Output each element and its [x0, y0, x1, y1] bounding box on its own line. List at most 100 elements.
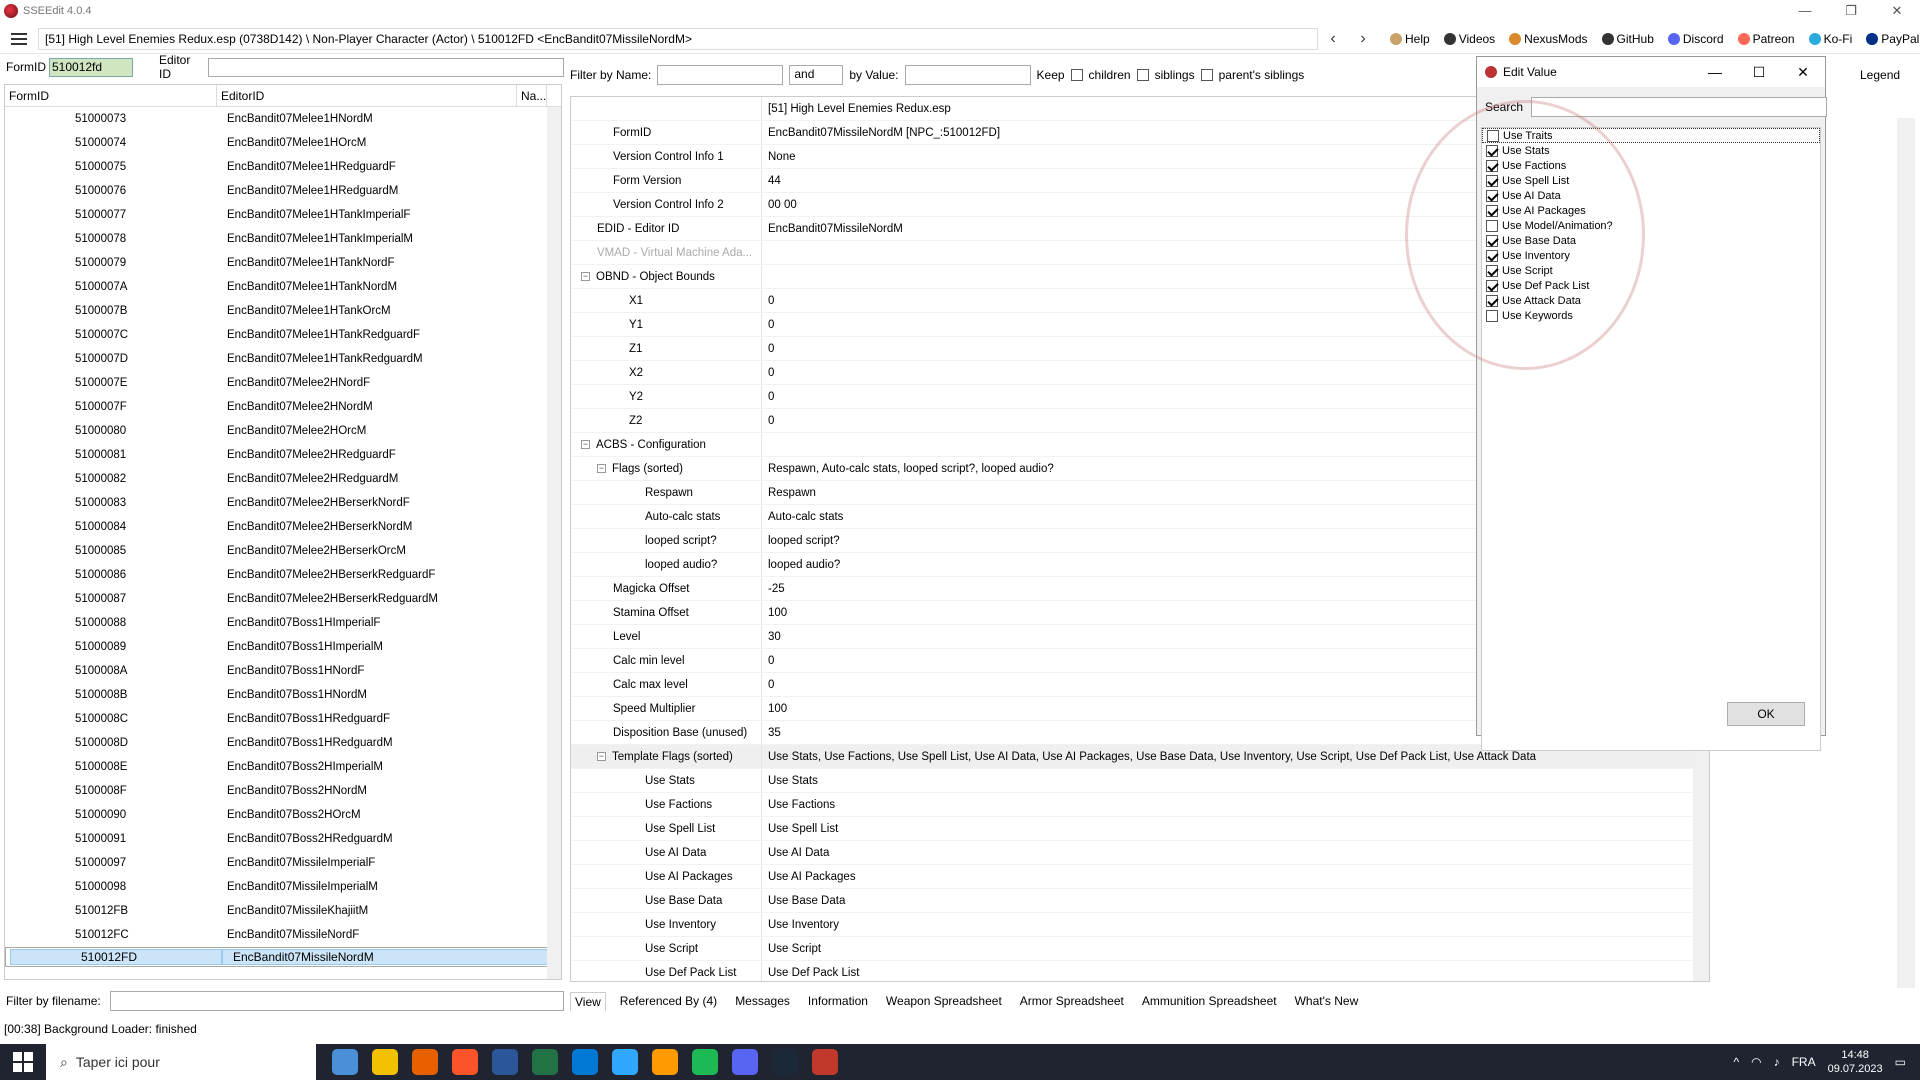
editorid-input[interactable]	[208, 57, 564, 77]
formid-input[interactable]	[49, 57, 133, 77]
toplink-paypal[interactable]: PayPal	[1866, 32, 1919, 46]
collapse-icon[interactable]: −	[597, 752, 606, 761]
tree-row[interactable]: 5100008E EncBandit07Boss2HImperialM	[5, 755, 561, 779]
field-row[interactable]: Use Spell List Use Spell List	[571, 817, 1709, 841]
tree-row[interactable]: 5100007F EncBandit07Melee2HNordM	[5, 395, 561, 419]
tree-row[interactable]: 5100007B EncBandit07Melee1HTankOrcM	[5, 299, 561, 323]
menu-icon[interactable]	[6, 27, 32, 51]
tree-row[interactable]: 5100007E EncBandit07Melee2HNordF	[5, 371, 561, 395]
tree-row[interactable]: 51000084 EncBandit07Melee2HBerserkNordM	[5, 515, 561, 539]
task-view-icon[interactable]	[332, 1049, 358, 1075]
discord-icon[interactable]	[732, 1049, 758, 1075]
collapse-icon[interactable]: −	[581, 272, 590, 281]
tree-row[interactable]: 51000088 EncBandit07Boss1HImperialF	[5, 611, 561, 635]
tree-row[interactable]: 51000083 EncBandit07Melee2HBerserkNordF	[5, 491, 561, 515]
tree-row[interactable]: 510012FD EncBandit07MissileNordM	[5, 947, 561, 967]
tree-row[interactable]: 5100008B EncBandit07Boss1HNordM	[5, 683, 561, 707]
tab-referenced-by-4-[interactable]: Referenced By (4)	[616, 992, 721, 1010]
parents-siblings-checkbox[interactable]	[1200, 69, 1213, 81]
tab-weapon-spreadsheet[interactable]: Weapon Spreadsheet	[882, 992, 1006, 1010]
tree-row[interactable]: 51000080 EncBandit07Melee2HOrcM	[5, 419, 561, 443]
file-filter-input[interactable]	[109, 991, 564, 1011]
tree-row[interactable]: 51000073 EncBandit07Melee1HNordM	[5, 107, 561, 131]
sseedit-icon[interactable]	[812, 1049, 838, 1075]
tree-row[interactable]: 51000086 EncBandit07Melee2HBerserkRedguar…	[5, 563, 561, 587]
firefox-icon[interactable]	[412, 1049, 438, 1075]
photoshop-icon[interactable]	[612, 1049, 638, 1075]
toplink-nexusmods[interactable]: NexusMods	[1509, 32, 1588, 46]
col-name[interactable]: Na...	[517, 85, 547, 106]
tab-information[interactable]: Information	[804, 992, 872, 1010]
volume-icon[interactable]: ♪	[1774, 1055, 1780, 1069]
tree-row[interactable]: 510012FB EncBandit07MissileKhajiitM	[5, 899, 561, 923]
tree-row[interactable]: 51000075 EncBandit07Melee1HRedguardF	[5, 155, 561, 179]
spotify-icon[interactable]	[692, 1049, 718, 1075]
notifications-icon[interactable]: ▭	[1895, 1055, 1906, 1069]
tray-chevron-icon[interactable]: ^	[1733, 1055, 1739, 1069]
tree-row[interactable]: 51000090 EncBandit07Boss2HOrcM	[5, 803, 561, 827]
tab-ammunition-spreadsheet[interactable]: Ammunition Spreadsheet	[1138, 992, 1281, 1010]
ok-button[interactable]: OK	[1727, 702, 1805, 726]
field-row[interactable]: Use Script Use Script	[571, 937, 1709, 961]
file-explorer-icon[interactable]	[372, 1049, 398, 1075]
tree-row[interactable]: 51000079 EncBandit07Melee1HTankNordF	[5, 251, 561, 275]
col-editorid[interactable]: EditorID	[217, 85, 517, 106]
field-row[interactable]: Use Inventory Use Inventory	[571, 913, 1709, 937]
filter-value-input[interactable]	[904, 65, 1031, 85]
right-scrollbar[interactable]	[1897, 118, 1915, 988]
tree-row[interactable]: 51000098 EncBandit07MissileImperialM	[5, 875, 561, 899]
restore-icon[interactable]: ❐	[1828, 3, 1874, 19]
tree-row[interactable]: 51000082 EncBandit07Melee2HRedguardM	[5, 467, 561, 491]
children-checkbox[interactable]	[1070, 69, 1083, 81]
illustrator-icon[interactable]	[652, 1049, 678, 1075]
wifi-icon[interactable]: ◠	[1751, 1055, 1761, 1069]
collapse-icon[interactable]: −	[597, 464, 606, 473]
tree-row[interactable]: 51000081 EncBandit07Melee2HRedguardF	[5, 443, 561, 467]
field-row[interactable]: Use Factions Use Factions	[571, 793, 1709, 817]
filter-name-input[interactable]	[657, 65, 784, 85]
tree-row[interactable]: 5100008F EncBandit07Boss2HNordM	[5, 779, 561, 803]
tree-row[interactable]: 5100007A EncBandit07Melee1HTankNordM	[5, 275, 561, 299]
toplink-github[interactable]: GitHub	[1601, 32, 1654, 46]
minimize-icon[interactable]: —	[1782, 3, 1828, 19]
field-row[interactable]: Use Stats Use Stats	[571, 769, 1709, 793]
clock[interactable]: 14:48 09.07.2023	[1828, 1048, 1883, 1076]
tree-row[interactable]: 51000077 EncBandit07Melee1HTankImperialF	[5, 203, 561, 227]
field-row[interactable]: Use Def Pack List Use Def Pack List	[571, 961, 1709, 981]
tree-row[interactable]: 51000078 EncBandit07Melee1HTankImperialM	[5, 227, 561, 251]
outlook-icon[interactable]	[572, 1049, 598, 1075]
tree-row[interactable]: 5100007D EncBandit07Melee1HTankRedguardM	[5, 347, 561, 371]
toplink-help[interactable]: Help	[1390, 32, 1430, 46]
tab-what-s-new[interactable]: What's New	[1291, 992, 1363, 1010]
tree-row[interactable]: 51000087 EncBandit07Melee2HBerserkRedguar…	[5, 587, 561, 611]
col-formid[interactable]: FormID	[5, 85, 217, 106]
collapse-icon[interactable]: −	[581, 440, 590, 449]
siblings-checkbox[interactable]	[1136, 69, 1149, 81]
tab-armor-spreadsheet[interactable]: Armor Spreadsheet	[1016, 992, 1128, 1010]
word-icon[interactable]	[492, 1049, 518, 1075]
legend-button[interactable]: Legend	[1860, 68, 1900, 82]
toplink-kofi[interactable]: Ko-Fi	[1808, 32, 1852, 46]
toplink-videos[interactable]: Videos	[1443, 32, 1495, 46]
forward-arrow-icon[interactable]: ›	[1348, 30, 1378, 48]
tree-row[interactable]: 5100008D EncBandit07Boss1HRedguardM	[5, 731, 561, 755]
taskbar-search[interactable]: ⌕ Taper ici pour	[46, 1044, 316, 1080]
dialog-maximize-icon[interactable]: ☐	[1737, 64, 1781, 81]
field-row[interactable]: Use AI Data Use AI Data	[571, 841, 1709, 865]
dialog-minimize-icon[interactable]: —	[1693, 64, 1737, 81]
tree-scrollbar[interactable]	[547, 107, 561, 979]
tree-row[interactable]: 51000097 EncBandit07MissileImperialF	[5, 851, 561, 875]
steam-icon[interactable]	[772, 1049, 798, 1075]
tree-row[interactable]: 51000089 EncBandit07Boss1HImperialM	[5, 635, 561, 659]
brave-icon[interactable]	[452, 1049, 478, 1075]
tab-messages[interactable]: Messages	[731, 992, 794, 1010]
tree-row[interactable]: 51000076 EncBandit07Melee1HRedguardM	[5, 179, 561, 203]
tree-row[interactable]: 51000091 EncBandit07Boss2HRedguardM	[5, 827, 561, 851]
tree-row[interactable]: 51000085 EncBandit07Melee2HBerserkOrcM	[5, 539, 561, 563]
start-button[interactable]	[0, 1044, 46, 1080]
tree-row[interactable]: 51000074 EncBandit07Melee1HOrcM	[5, 131, 561, 155]
toplink-patreon[interactable]: Patreon	[1737, 32, 1795, 46]
excel-icon[interactable]	[532, 1049, 558, 1075]
tree-row[interactable]: 510012FC EncBandit07MissileNordF	[5, 923, 561, 947]
back-arrow-icon[interactable]: ‹	[1318, 30, 1348, 48]
